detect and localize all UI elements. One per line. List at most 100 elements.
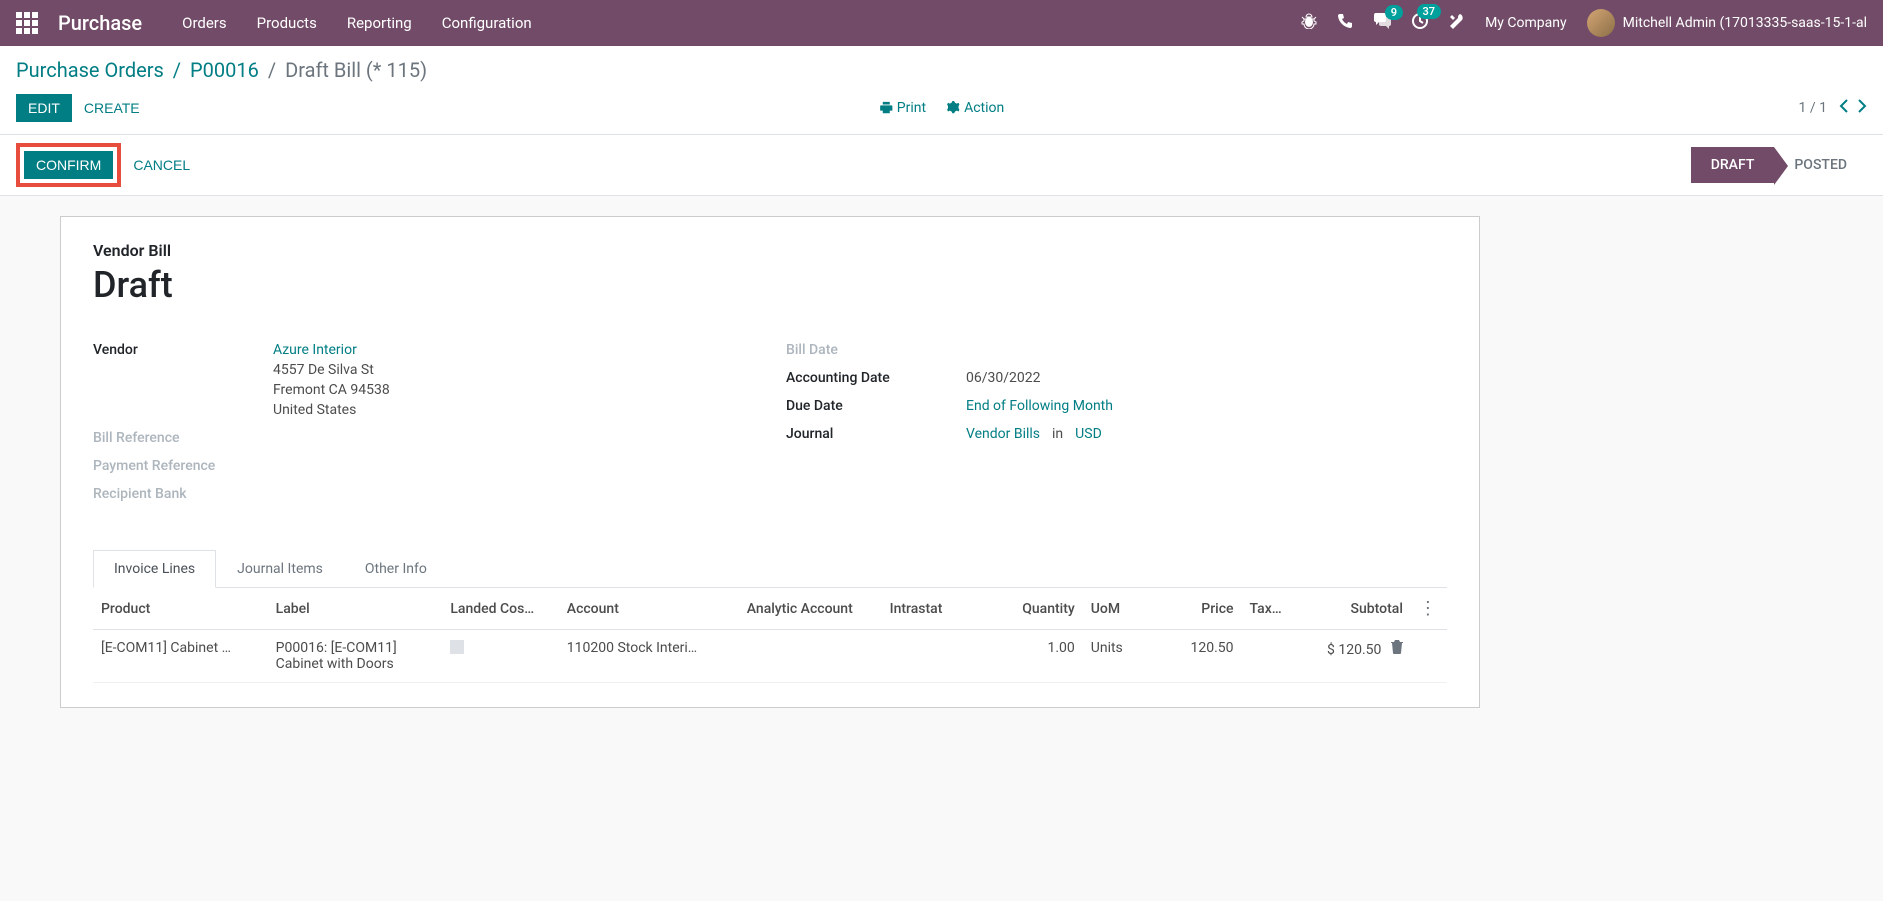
cell-account: 110200 Stock Interi…	[567, 640, 727, 656]
top-navbar: Purchase Orders Products Reporting Confi…	[0, 0, 1883, 46]
navbar-right: 9 37 My Company Mitchell Admin (17013335…	[1301, 9, 1867, 37]
chevron-left-icon	[1839, 98, 1849, 114]
invoice-lines-table: Product Label Landed Cos… Account Analyt…	[93, 588, 1447, 683]
due-date-link[interactable]: End of Following Month	[966, 398, 1113, 414]
form-left-col: Vendor Azure Interior 4557 De Silva St F…	[93, 342, 754, 514]
avatar	[1587, 9, 1615, 37]
main-menu: Orders Products Reporting Configuration	[182, 14, 532, 32]
page-title: Draft	[93, 264, 1447, 306]
tab-other-info[interactable]: Other Info	[344, 550, 448, 588]
action-button[interactable]: Action	[946, 100, 1004, 116]
status-steps: DRAFT POSTED	[1691, 147, 1867, 183]
due-date-label: Due Date	[786, 398, 966, 414]
th-analytic: Analytic Account	[739, 588, 882, 630]
bill-ref-label: Bill Reference	[93, 430, 273, 446]
vendor-addr3: United States	[273, 402, 754, 418]
recipient-bank-label: Recipient Bank	[93, 486, 273, 502]
accounting-date-value: 06/30/2022	[966, 370, 1447, 386]
cell-analytic	[739, 630, 882, 683]
form-subtitle: Vendor Bill	[93, 241, 1447, 260]
cell-intrastat	[882, 630, 988, 683]
gear-icon	[946, 101, 960, 115]
th-quantity: Quantity	[988, 588, 1083, 630]
breadcrumb: Purchase Orders / P00016 / Draft Bill (*…	[16, 58, 1867, 82]
cancel-button[interactable]: CANCEL	[121, 151, 202, 179]
table-row[interactable]: [E-COM11] Cabinet … P00016: [E-COM11] Ca…	[93, 630, 1447, 683]
th-price: Price	[1157, 588, 1242, 630]
chevron-right-icon	[1857, 98, 1867, 114]
bill-date-value	[966, 342, 1447, 358]
breadcrumb-current: Draft Bill (* 115)	[285, 58, 427, 82]
print-icon	[879, 101, 893, 115]
app-brand[interactable]: Purchase	[58, 11, 142, 35]
vendor-label: Vendor	[93, 342, 273, 418]
menu-configuration[interactable]: Configuration	[442, 14, 532, 32]
chat-icon[interactable]: 9	[1373, 13, 1391, 33]
phone-icon[interactable]	[1337, 13, 1353, 33]
status-posted[interactable]: POSTED	[1774, 147, 1867, 183]
menu-orders[interactable]: Orders	[182, 14, 227, 32]
th-uom: UoM	[1083, 588, 1157, 630]
th-product: Product	[93, 588, 268, 630]
th-account: Account	[559, 588, 739, 630]
status-draft[interactable]: DRAFT	[1691, 147, 1775, 183]
company-selector[interactable]: My Company	[1485, 15, 1567, 31]
tab-journal-items[interactable]: Journal Items	[216, 550, 344, 588]
recipient-bank-value	[273, 486, 754, 502]
payment-ref-value	[273, 458, 754, 474]
chat-badge: 9	[1385, 5, 1403, 20]
breadcrumb-parent2[interactable]: P00016	[190, 58, 259, 82]
journal-currency-link[interactable]: USD	[1075, 426, 1102, 442]
th-landed: Landed Cos…	[442, 588, 558, 630]
pager-next[interactable]	[1857, 98, 1867, 119]
pager-prev[interactable]	[1839, 98, 1849, 119]
vendor-link[interactable]: Azure Interior	[273, 342, 357, 358]
payment-ref-label: Payment Reference	[93, 458, 273, 474]
cell-tax	[1242, 630, 1295, 683]
vendor-addr2: Fremont CA 94538	[273, 382, 754, 398]
breadcrumb-parent1[interactable]: Purchase Orders	[16, 58, 164, 82]
bill-date-label: Bill Date	[786, 342, 966, 358]
th-actions: ⋮	[1411, 588, 1447, 630]
cell-label: P00016: [E-COM11] Cabinet with Doors	[268, 630, 443, 683]
bug-icon[interactable]	[1301, 13, 1317, 33]
journal-link[interactable]: Vendor Bills	[966, 426, 1040, 442]
print-button[interactable]: Print	[879, 100, 926, 116]
menu-reporting[interactable]: Reporting	[347, 14, 412, 32]
landed-checkbox[interactable]	[450, 640, 464, 654]
control-panel: Purchase Orders / P00016 / Draft Bill (*…	[0, 46, 1883, 135]
th-tax: Tax…	[1242, 588, 1295, 630]
tabs: Invoice Lines Journal Items Other Info	[93, 550, 1447, 588]
cell-uom: Units	[1083, 630, 1157, 683]
pager-text: 1 / 1	[1799, 100, 1827, 116]
user-name: Mitchell Admin (17013335-saas-15-1-al	[1623, 15, 1867, 31]
tools-icon[interactable]	[1449, 13, 1465, 33]
cell-quantity: 1.00	[988, 630, 1083, 683]
cell-price: 120.50	[1157, 630, 1242, 683]
status-bar: CONFIRM CANCEL DRAFT POSTED	[0, 135, 1883, 196]
confirm-highlight: CONFIRM	[16, 143, 121, 187]
vendor-addr1: 4557 De Silva St	[273, 362, 754, 378]
th-intrastat: Intrastat	[882, 588, 988, 630]
form-right-col: Bill Date Accounting Date 06/30/2022 Due…	[786, 342, 1447, 514]
tab-invoice-lines[interactable]: Invoice Lines	[93, 550, 216, 588]
user-menu[interactable]: Mitchell Admin (17013335-saas-15-1-al	[1587, 9, 1867, 37]
trash-icon[interactable]	[1391, 642, 1403, 658]
create-button[interactable]: CREATE	[72, 94, 152, 122]
th-subtotal: Subtotal	[1294, 588, 1410, 630]
form-sheet: Vendor Bill Draft Vendor Azure Interior …	[60, 216, 1480, 708]
activity-icon[interactable]: 37	[1411, 12, 1429, 34]
th-label: Label	[268, 588, 443, 630]
cell-landed	[442, 630, 558, 683]
confirm-button[interactable]: CONFIRM	[24, 151, 113, 179]
cell-subtotal: $ 120.50	[1294, 630, 1410, 683]
activity-badge: 37	[1417, 4, 1442, 19]
journal-label: Journal	[786, 426, 966, 442]
bill-ref-value	[273, 430, 754, 446]
journal-in: in	[1052, 426, 1063, 442]
kebab-icon[interactable]: ⋮	[1419, 598, 1437, 619]
apps-icon[interactable]	[16, 12, 38, 34]
edit-button[interactable]: EDIT	[16, 94, 72, 122]
cell-product: [E-COM11] Cabinet …	[101, 640, 260, 656]
menu-products[interactable]: Products	[257, 14, 317, 32]
